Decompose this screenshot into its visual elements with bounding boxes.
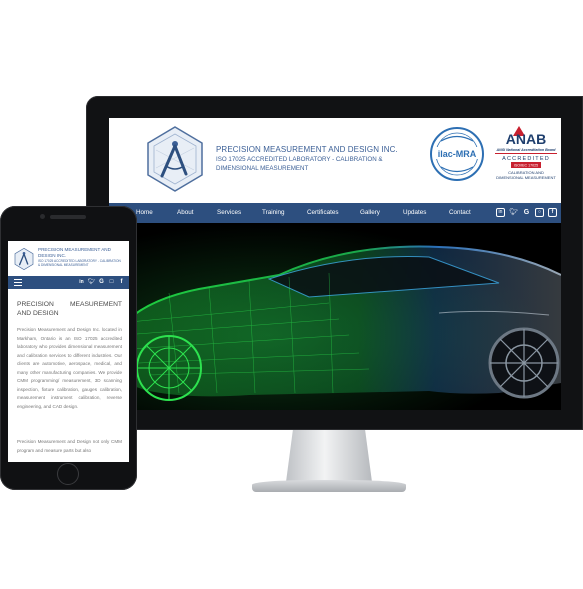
mobile-paragraph-2: Precision Measurement and Design not onl… [17,439,122,453]
mobile-phone: PRECISION MEASUREMENT AND DESIGN INC. IS… [0,206,137,490]
nav-gallery[interactable]: Gallery [360,203,380,223]
nav-contact[interactable]: Contact [449,203,471,223]
hero-car-image [109,223,561,410]
anab-subtitle: ANSI National Accreditation Board [496,148,557,152]
mobile-nav: in 🐦︎ G □ f [8,276,129,289]
mobile-company-tagline: ISO 17025 ACCREDITED LABORATORY - CALIBR… [38,259,121,267]
mobile-paragraph-1: Precision Measurement and Design Inc. lo… [17,327,122,409]
mobile-company-logo-icon[interactable] [14,248,34,270]
instagram-icon[interactable]: ○ [535,208,544,217]
anab-logo-icon: ANAB ANSI National Accreditation Board A… [495,126,557,180]
desktop-monitor: PRECISION MEASUREMENT AND DESIGN INC. IS… [86,96,583,430]
mobile-linkedin-icon[interactable]: in [78,278,85,286]
main-nav: Home About Services Training Certificate… [109,203,561,223]
mobile-twitter-icon[interactable]: 🐦︎ [88,278,96,286]
monitor-base [252,480,406,492]
linkedin-icon[interactable]: in [496,208,505,217]
phone-home-button[interactable] [57,463,79,485]
google-icon[interactable]: G [522,208,531,217]
anab-title: ANAB [506,131,546,147]
nav-services[interactable]: Services [217,203,241,223]
anab-line2: DIMENSIONAL MEASUREMENT [496,175,556,180]
mobile-google-icon[interactable]: G [98,278,105,286]
desktop-screen: PRECISION MEASUREMENT AND DESIGN INC. IS… [109,118,561,410]
nav-about[interactable]: About [177,203,193,223]
site-header: PRECISION MEASUREMENT AND DESIGN INC. IS… [109,118,561,202]
nav-home[interactable]: Home [136,203,153,223]
ilac-label: ilac-MRA [438,149,477,159]
mobile-company-name: PRECISION MEASUREMENT AND DESIGN INC. [38,247,111,258]
phone-speaker [50,215,86,219]
ilac-mra-logo-icon: ilac-MRA [430,127,484,181]
company-name: PRECISION MEASUREMENT AND DESIGN INC. [216,145,398,154]
mobile-instagram-icon[interactable]: □ [108,278,115,286]
nav-training[interactable]: Training [262,203,285,223]
nav-certificates[interactable]: Certificates [307,203,339,223]
nav-updates[interactable]: Updates [403,203,426,223]
mobile-heading: PRECISION MEASUREMENT AND DESIGN [17,301,122,317]
anab-badge: ISO/IEC 17025 [514,164,538,168]
hero-car-graphic [109,223,561,410]
company-tagline: ISO 17025 ACCREDITED LABORATORY - CALIBR… [216,156,383,172]
anab-accredited: ACCREDITED [502,156,550,162]
twitter-icon[interactable]: 🐦︎ [509,208,518,217]
mobile-facebook-icon[interactable]: f [118,278,125,286]
social-links: in 🐦︎ G ○ f [496,208,557,217]
company-logo-icon[interactable] [146,126,204,192]
facebook-icon[interactable]: f [548,208,557,217]
mobile-social-links: in 🐦︎ G □ f [78,278,125,286]
mobile-screen: PRECISION MEASUREMENT AND DESIGN INC. IS… [8,241,129,462]
hamburger-menu-icon[interactable] [14,279,22,286]
monitor-stand [286,430,372,482]
phone-camera [40,214,45,219]
